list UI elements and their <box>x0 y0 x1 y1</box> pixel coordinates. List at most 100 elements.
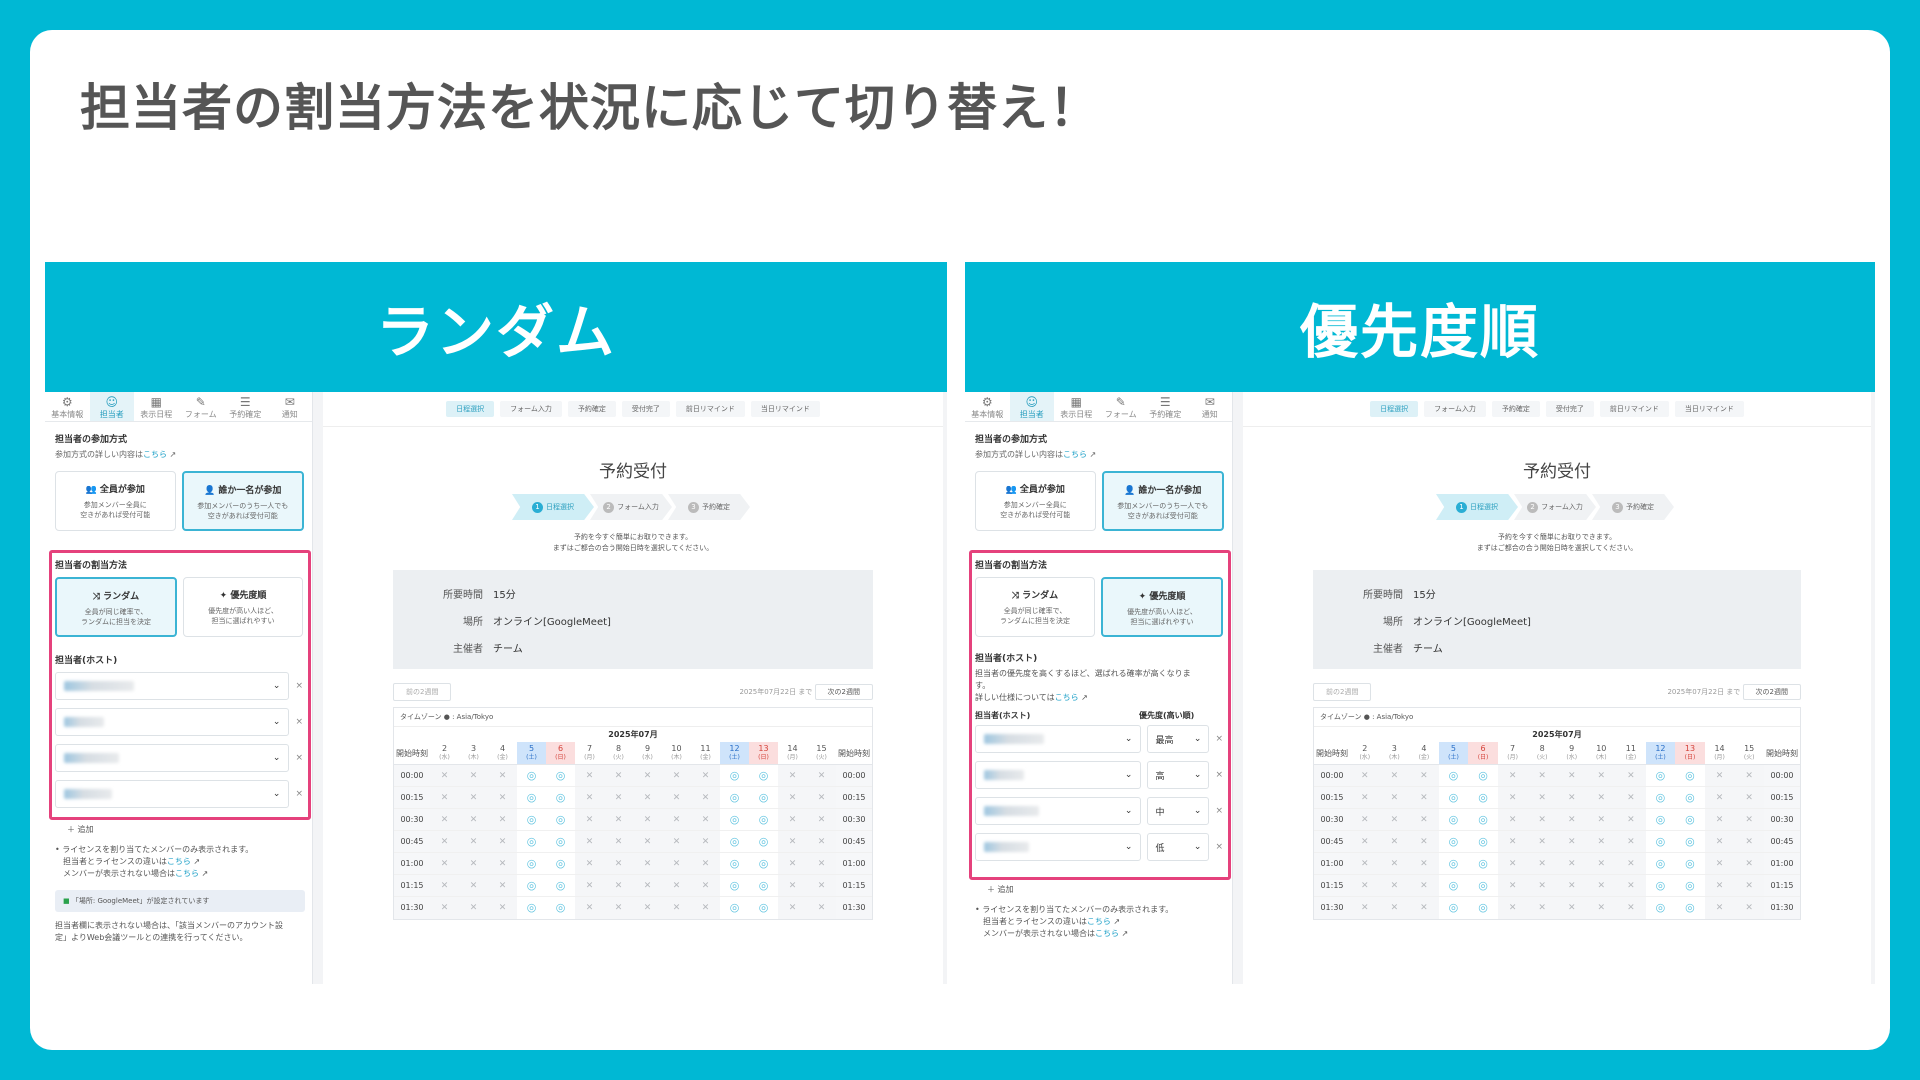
available-slot[interactable]: ◎ <box>1675 896 1705 919</box>
available-slot[interactable]: ◎ <box>1675 808 1705 831</box>
step-confirm[interactable]: 予約確定 <box>1491 401 1540 417</box>
available-slot[interactable]: ◎ <box>1645 764 1676 787</box>
host-select[interactable]: ⌄ <box>975 761 1142 789</box>
step-day-before[interactable]: 前日リマインド <box>1599 401 1669 417</box>
step-same-day[interactable]: 当日リマインド <box>750 401 820 417</box>
spec-link[interactable]: こちら <box>1055 693 1079 702</box>
priority-card[interactable]: ✦ 優先度順 優先度が高い人ほど、 担当に選ばれやすい <box>183 577 303 637</box>
remove-icon[interactable]: × <box>1215 734 1223 744</box>
available-slot[interactable]: ◎ <box>517 874 546 897</box>
step-date[interactable]: 日程選択 <box>446 401 495 417</box>
available-slot[interactable]: ◎ <box>1645 786 1676 809</box>
priority-select[interactable]: 高 ⌄ <box>1147 761 1210 789</box>
available-slot[interactable]: ◎ <box>546 764 575 787</box>
available-slot[interactable]: ◎ <box>1645 896 1676 919</box>
available-slot[interactable]: ◎ <box>720 764 749 787</box>
join-all-card[interactable]: 👥 全員が参加 参加メンバー全員に 空きがあれば受付可能 <box>975 471 1096 531</box>
tab-schedule[interactable]: ▦ 表示日程 <box>134 392 179 421</box>
tab-confirm[interactable]: ☰ 予約確定 <box>223 392 268 421</box>
available-slot[interactable]: ◎ <box>517 896 546 919</box>
available-slot[interactable]: ◎ <box>1645 874 1676 897</box>
available-slot[interactable]: ◎ <box>1468 786 1498 809</box>
available-slot[interactable]: ◎ <box>720 874 749 897</box>
available-slot[interactable]: ◎ <box>1438 852 1469 875</box>
available-slot[interactable]: ◎ <box>517 830 546 853</box>
priority-select[interactable]: 最高 ⌄ <box>1147 725 1210 753</box>
available-slot[interactable]: ◎ <box>1468 764 1498 787</box>
random-card[interactable]: ⤨ ランダム 全員が同じ確率で、 ランダムに担当を決定 <box>975 577 1095 637</box>
available-slot[interactable]: ◎ <box>1468 830 1498 853</box>
available-slot[interactable]: ◎ <box>749 852 778 875</box>
available-slot[interactable]: ◎ <box>1675 830 1705 853</box>
host-select[interactable]: ⌄ <box>975 797 1142 825</box>
available-slot[interactable]: ◎ <box>1438 830 1469 853</box>
license-link[interactable]: こちら <box>167 857 191 866</box>
tab-basic[interactable]: ⚙ 基本情報 <box>965 392 1010 421</box>
available-slot[interactable]: ◎ <box>1438 808 1469 831</box>
priority-card[interactable]: ✦ 優先度順 優先度が高い人ほど、 担当に選ばれやすい <box>1101 577 1223 637</box>
host-select[interactable]: ⌄ <box>55 672 290 700</box>
available-slot[interactable]: ◎ <box>1468 896 1498 919</box>
available-slot[interactable]: ◎ <box>749 786 778 809</box>
available-slot[interactable]: ◎ <box>1438 896 1469 919</box>
available-slot[interactable]: ◎ <box>1675 852 1705 875</box>
available-slot[interactable]: ◎ <box>1438 764 1469 787</box>
member-link[interactable]: こちら <box>1095 929 1119 938</box>
available-slot[interactable]: ◎ <box>546 786 575 809</box>
available-slot[interactable]: ◎ <box>1438 786 1469 809</box>
available-slot[interactable]: ◎ <box>546 830 575 853</box>
join-one-card[interactable]: 👤 誰か一名が参加 参加メンバーのうち一人でも 空きがあれば受付可能 <box>181 471 304 531</box>
available-slot[interactable]: ◎ <box>720 830 749 853</box>
step-day-before[interactable]: 前日リマインド <box>675 401 745 417</box>
tab-form[interactable]: ✎ フォーム <box>1099 392 1144 421</box>
step-confirm[interactable]: 予約確定 <box>567 401 616 417</box>
step-date[interactable]: 日程選択 <box>1370 401 1419 417</box>
prev-weeks-button[interactable]: 前の2週間 <box>1313 683 1372 701</box>
available-slot[interactable]: ◎ <box>517 764 546 787</box>
join-one-card[interactable]: 👤 誰か一名が参加 参加メンバーのうち一人でも 空きがあれば受付可能 <box>1101 471 1224 531</box>
available-slot[interactable]: ◎ <box>1675 874 1705 897</box>
prev-weeks-button[interactable]: 前の2週間 <box>393 683 452 701</box>
step-form[interactable]: フォーム入力 <box>1424 401 1486 417</box>
available-slot[interactable]: ◎ <box>749 830 778 853</box>
available-slot[interactable]: ◎ <box>546 808 575 831</box>
step-done[interactable]: 受付完了 <box>621 401 670 417</box>
priority-select[interactable]: 低 ⌄ <box>1147 833 1210 861</box>
join-all-card[interactable]: 👥 全員が参加 参加メンバー全員に 空きがあれば受付可能 <box>55 471 176 531</box>
remove-icon[interactable]: × <box>1215 842 1223 852</box>
tab-schedule[interactable]: ▦ 表示日程 <box>1054 392 1099 421</box>
remove-icon[interactable]: × <box>295 753 303 763</box>
available-slot[interactable]: ◎ <box>1468 852 1498 875</box>
host-select[interactable]: ⌄ <box>55 780 290 808</box>
available-slot[interactable]: ◎ <box>749 808 778 831</box>
available-slot[interactable]: ◎ <box>1645 852 1676 875</box>
add-host-button[interactable]: ＋ 追加 <box>55 824 305 836</box>
step-form[interactable]: フォーム入力 <box>500 401 562 417</box>
available-slot[interactable]: ◎ <box>546 874 575 897</box>
priority-select[interactable]: 中 ⌄ <box>1147 797 1210 825</box>
join-method-link[interactable]: こちら <box>143 450 167 459</box>
tab-basic[interactable]: ⚙ 基本情報 <box>45 392 90 421</box>
available-slot[interactable]: ◎ <box>720 896 749 919</box>
member-link[interactable]: こちら <box>175 869 199 878</box>
available-slot[interactable]: ◎ <box>749 874 778 897</box>
join-method-link[interactable]: こちら <box>1063 450 1087 459</box>
next-weeks-button[interactable]: 次の2週間 <box>1742 684 1801 700</box>
tab-host[interactable]: ☺ 担当者 <box>89 392 134 421</box>
available-slot[interactable]: ◎ <box>1675 786 1705 809</box>
available-slot[interactable]: ◎ <box>749 896 778 919</box>
available-slot[interactable]: ◎ <box>1468 808 1498 831</box>
host-select[interactable]: ⌄ <box>975 725 1142 753</box>
available-slot[interactable]: ◎ <box>517 852 546 875</box>
available-slot[interactable]: ◎ <box>517 786 546 809</box>
available-slot[interactable]: ◎ <box>546 852 575 875</box>
available-slot[interactable]: ◎ <box>720 852 749 875</box>
step-done[interactable]: 受付完了 <box>1545 401 1594 417</box>
remove-icon[interactable]: × <box>295 789 303 799</box>
step-same-day[interactable]: 当日リマインド <box>1674 401 1744 417</box>
remove-icon[interactable]: × <box>1215 806 1223 816</box>
remove-icon[interactable]: × <box>295 681 303 691</box>
remove-icon[interactable]: × <box>295 717 303 727</box>
available-slot[interactable]: ◎ <box>749 764 778 787</box>
license-link[interactable]: こちら <box>1087 917 1111 926</box>
